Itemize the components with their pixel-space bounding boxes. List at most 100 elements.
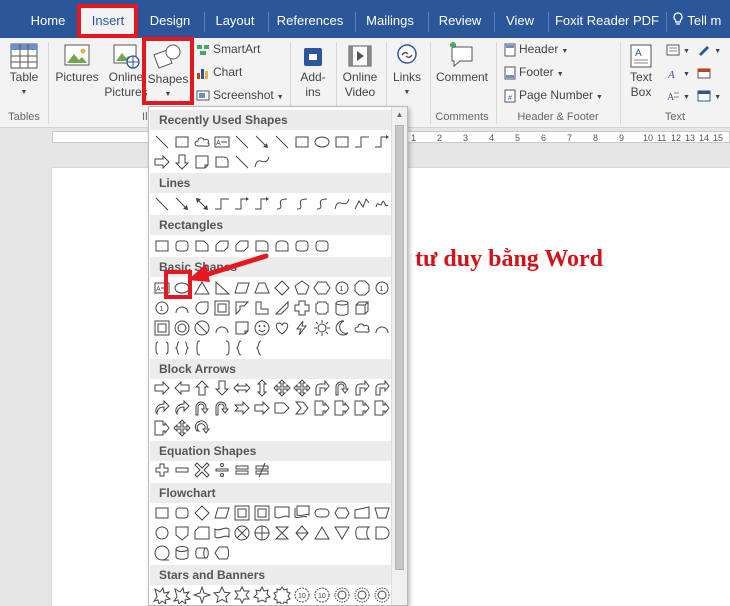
chevron-down-icon: ▼ <box>683 94 690 101</box>
tab-design[interactable]: Design <box>142 0 198 38</box>
tab-separator <box>204 12 205 32</box>
flowchart-row-3[interactable] <box>151 544 393 562</box>
page-number-label: Page Number <box>519 88 594 102</box>
basic-shapes-row-3[interactable] <box>151 319 393 337</box>
tab-separator <box>666 12 667 32</box>
recent-shapes-icons[interactable] <box>151 153 393 171</box>
tell-me-box[interactable]: Tell m <box>672 0 730 38</box>
chart-button[interactable]: Chart <box>196 63 242 81</box>
ruler-number: 12 <box>671 133 682 143</box>
basic-shapes-icons[interactable] <box>151 299 393 317</box>
shapes-button-highlight <box>142 37 194 105</box>
ruler-number: 1 <box>411 133 417 143</box>
basic-shapes-icons[interactable] <box>151 319 393 337</box>
ruler-number: 9 <box>619 133 625 143</box>
stars-icons[interactable] <box>151 586 393 604</box>
tab-foxit-reader-pdf[interactable]: Foxit Reader PDF <box>552 0 662 38</box>
drop-cap-button[interactable]: A ▼ ▼ <box>666 86 730 104</box>
online-video-button[interactable]: Online Video <box>338 42 382 100</box>
tab-view[interactable]: View <box>498 0 542 38</box>
page-number-icon: # <box>504 89 516 103</box>
basic-shapes-row-4[interactable] <box>151 339 393 357</box>
wordart-icon: A <box>667 69 675 79</box>
recent-shapes-row-1[interactable] <box>151 133 393 151</box>
block-arrows-icons[interactable] <box>151 419 393 437</box>
header-label: Header <box>519 42 559 56</box>
shapes-panel-scrollbar[interactable]: ▲ <box>391 107 407 605</box>
header-icon <box>504 43 516 57</box>
document-text[interactable]: tư duy bằng Word <box>415 246 603 273</box>
tab-references[interactable]: References <box>272 0 348 38</box>
basic-shapes-icons[interactable] <box>151 339 393 357</box>
ruler-number: 3 <box>463 133 469 143</box>
scroll-up-arrow-icon[interactable]: ▲ <box>392 107 407 123</box>
ruler-number: 14 <box>699 133 710 143</box>
footer-button[interactable]: Footer ▼ <box>504 63 564 81</box>
svg-text:#: # <box>508 95 512 102</box>
comment-button[interactable]: Comment <box>432 42 492 85</box>
wordart-button[interactable]: A ▼ <box>666 63 730 81</box>
tab-separator <box>355 12 356 32</box>
lines-row[interactable] <box>151 195 393 213</box>
basic-shapes-row-2[interactable] <box>151 299 393 317</box>
page-number-button[interactable]: # Page Number ▼ <box>504 86 603 104</box>
group-separator <box>620 42 621 124</box>
block-arrows-icons[interactable] <box>151 379 393 397</box>
block-arrows-icons[interactable] <box>151 399 393 417</box>
text-box-button[interactable]: A Text Box <box>622 42 660 100</box>
header-button[interactable]: Header ▼ <box>504 40 568 58</box>
stars-row[interactable] <box>151 586 393 604</box>
quick-parts-button[interactable]: ▼ ▼ <box>666 40 730 58</box>
flowchart-icons[interactable] <box>151 524 393 542</box>
lines-icons[interactable] <box>151 195 393 213</box>
recent-shapes-icons[interactable] <box>151 133 393 151</box>
equation-shapes-icons[interactable] <box>151 461 393 479</box>
equation-shapes-row[interactable] <box>151 461 393 479</box>
table-button[interactable]: Table ▼ <box>6 42 42 100</box>
tab-mailings[interactable]: Mailings <box>359 0 421 38</box>
section-header-rectangles: Rectangles <box>150 215 391 235</box>
chevron-down-icon: ▼ <box>683 48 690 55</box>
recent-shapes-row-2[interactable] <box>151 153 393 171</box>
pictures-button[interactable]: Pictures <box>54 42 100 85</box>
group-label-tables: Tables <box>8 111 40 123</box>
links-label: Links <box>392 70 421 84</box>
links-button[interactable]: Links ▼ <box>388 42 426 100</box>
table-icon <box>10 43 38 69</box>
screenshot-button[interactable]: Screenshot ▼ <box>196 86 284 104</box>
scrollbar-thumb[interactable] <box>395 125 404 570</box>
tab-review[interactable]: Review <box>432 0 488 38</box>
flowchart-row-2[interactable] <box>151 524 393 542</box>
chart-icon <box>197 68 208 79</box>
tab-separator <box>494 12 495 32</box>
addins-button[interactable]: Add- ins <box>294 42 332 100</box>
addins-label-2: ins <box>305 85 321 99</box>
ruler-number: 13 <box>685 133 696 143</box>
block-arrows-row-3[interactable] <box>151 419 393 437</box>
tab-home[interactable]: Home <box>22 0 74 38</box>
smartart-button[interactable]: SmartArt <box>196 40 260 58</box>
svg-text:A: A <box>667 69 675 79</box>
section-header-equation-shapes: Equation Shapes <box>150 441 391 461</box>
flowchart-icons[interactable] <box>151 504 393 522</box>
footer-icon <box>504 66 516 80</box>
flowchart-row-1[interactable] <box>151 504 393 522</box>
addins-label-1: Add- <box>300 70 326 84</box>
ruler-number: 15 <box>713 133 724 143</box>
section-header-recently-used: Recently Used Shapes <box>150 110 391 130</box>
block-arrows-row-2[interactable] <box>151 399 393 417</box>
table-label: Table <box>9 70 39 84</box>
online-video-label-1: Online <box>342 70 378 84</box>
flowchart-icons[interactable] <box>151 544 393 562</box>
tab-layout[interactable]: Layout <box>208 0 262 38</box>
quick-parts-icon <box>666 44 680 56</box>
block-arrows-row-1[interactable] <box>151 379 393 397</box>
chevron-down-icon: ▼ <box>561 48 569 55</box>
smartart-icon <box>197 44 209 55</box>
tab-separator <box>428 12 429 32</box>
section-header-block-arrows: Block Arrows <box>150 359 391 379</box>
text-box-label-1: Text <box>629 70 652 84</box>
signature-icon <box>699 45 710 56</box>
group-label-comments: Comments <box>435 111 489 123</box>
comment-label: Comment <box>435 70 488 84</box>
